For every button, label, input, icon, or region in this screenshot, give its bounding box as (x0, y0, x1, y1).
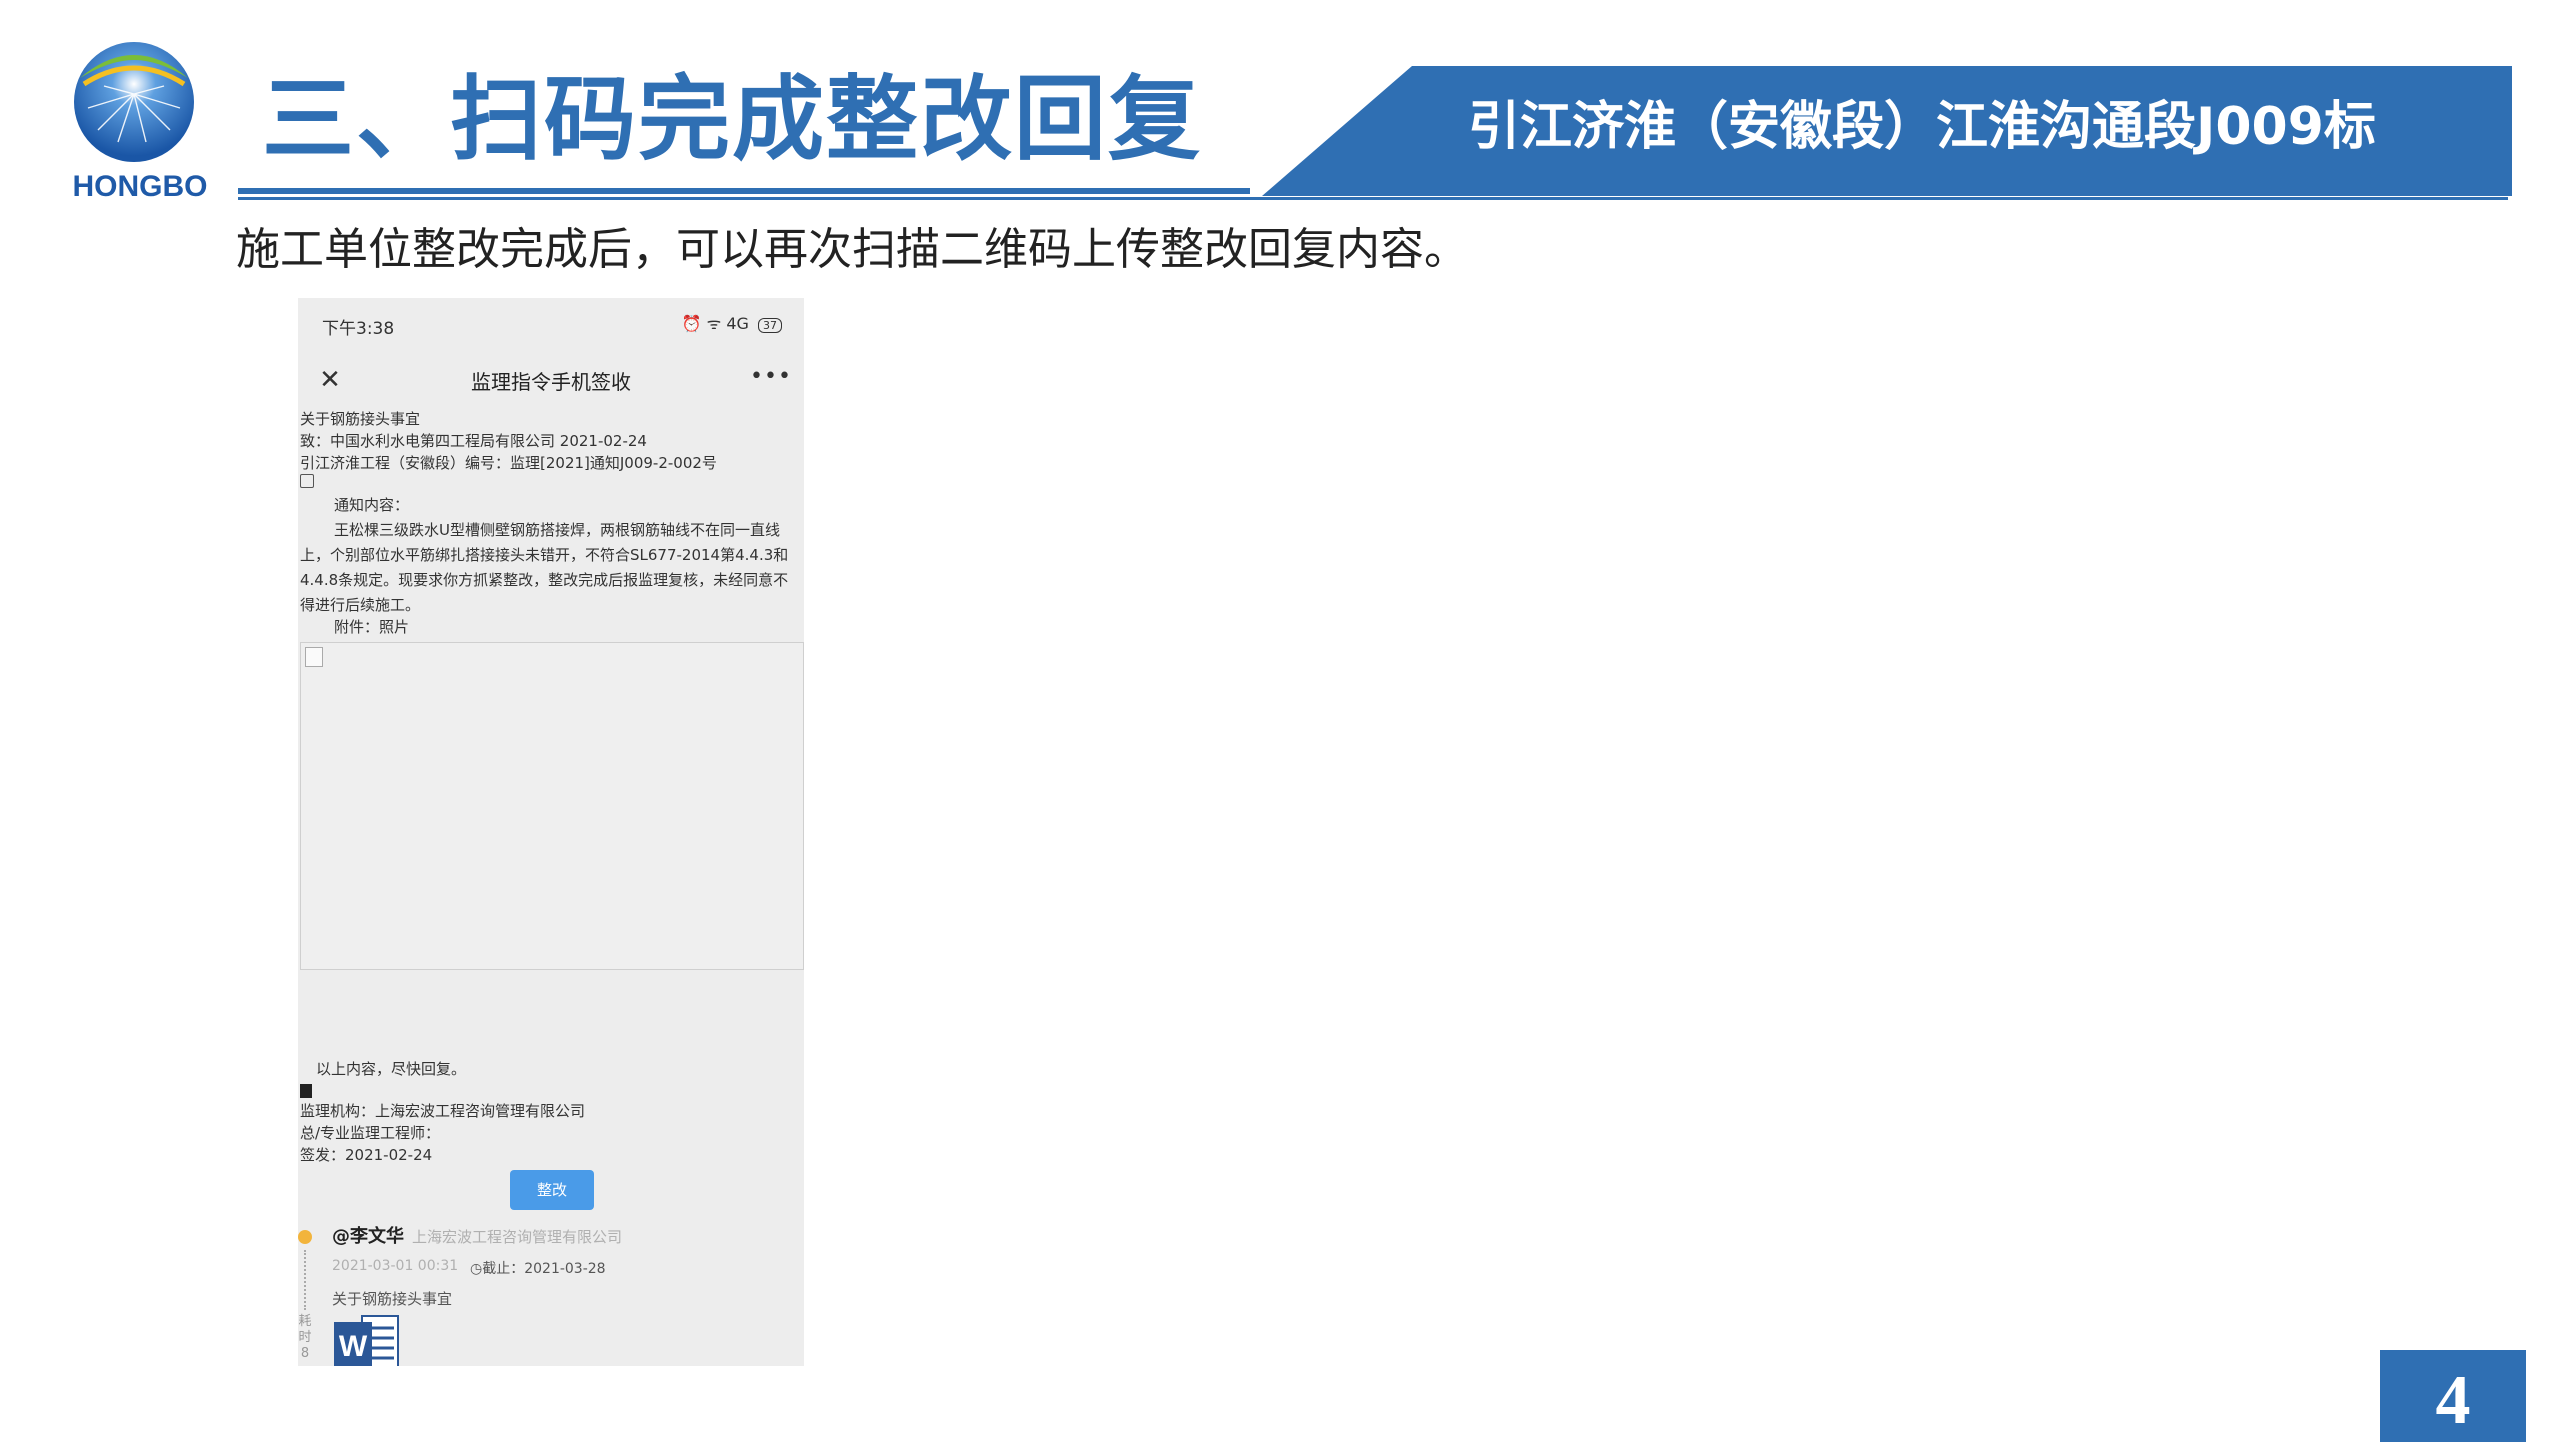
issue-date: 签发：2021-02-24 (300, 1146, 433, 1164)
broken-image-icon (305, 647, 323, 667)
phone-screenshot: 下午3:38 ⏰ ᯤ 4G 37 ✕ 监理指令手机签收 ••• 关于钢筋接头事宜… (298, 298, 804, 1366)
status-time: 下午3:38 (322, 319, 395, 339)
status-icons-text: ⏰ ᯤ 4G (681, 314, 749, 333)
instruction-text: 施工单位整改完成后，可以再次扫描二维码上传整改回复内容。 (236, 224, 1468, 275)
logo-text: HONGBO (72, 170, 208, 203)
attachment-label: 附件：照片 (334, 618, 410, 636)
message-subject: 关于钢筋接头事宜 (300, 410, 421, 428)
deadline-text: 截止：2021-03-28 (482, 1261, 606, 1277)
status-icons: ⏰ ᯤ 4G 37 (682, 312, 782, 334)
word-document-icon[interactable]: W (332, 1314, 400, 1366)
page-number: 4 (2435, 1362, 2471, 1439)
clock-icon: ◷ (470, 1261, 483, 1277)
reply-user[interactable]: @李文华 (332, 1222, 404, 1248)
notice-body: 王松棵三级跌水U型槽侧壁钢筋搭接焊，两根钢筋轴线不在同一直线上，个别部位水平筋绑… (300, 521, 789, 614)
document-icon (300, 1084, 312, 1098)
more-icon[interactable]: ••• (750, 360, 791, 400)
reply-timestamp: 2021-03-01 00:31 (332, 1258, 459, 1274)
battery-icon: 37 (758, 318, 782, 333)
svg-text:W: W (339, 1330, 368, 1363)
elapsed-label: 耗时8 (298, 1314, 312, 1361)
reply-subject: 关于钢筋接头事宜 (332, 1290, 453, 1308)
supervisor-org: 监理机构：上海宏波工程咨询管理有限公司 (300, 1102, 586, 1120)
reply-org: 上海宏波工程咨询管理有限公司 (412, 1228, 623, 1246)
rectify-button[interactable]: 整改 (510, 1170, 594, 1210)
copy-icon[interactable] (300, 474, 314, 488)
slide-title: 三、扫码完成整改回复 (262, 66, 1203, 173)
message-to-line: 致：中国水利水电第四工程局有限公司 2021-02-24 (300, 432, 647, 450)
reply-deadline: ◷截止：2021-03-28 (470, 1258, 606, 1278)
engineer-label: 总/专业监理工程师： (300, 1124, 441, 1142)
closing-text: 以上内容，尽快回复。 (316, 1060, 467, 1078)
notice-label: 通知内容： (334, 496, 410, 514)
title-underline (238, 188, 1250, 194)
timeline-line (304, 1250, 306, 1310)
nav-title: 监理指令手机签收 (471, 370, 631, 394)
attachment-image[interactable] (300, 642, 804, 970)
header-divider (238, 197, 2508, 200)
message-project-line: 引江济淮工程（安徽段）编号：监理[2021]通知J009-2-002号 (300, 454, 717, 472)
timeline-dot (298, 1230, 312, 1244)
project-banner-text: 引江济淮（安徽段）江淮沟通段J009标 (1468, 97, 2376, 157)
